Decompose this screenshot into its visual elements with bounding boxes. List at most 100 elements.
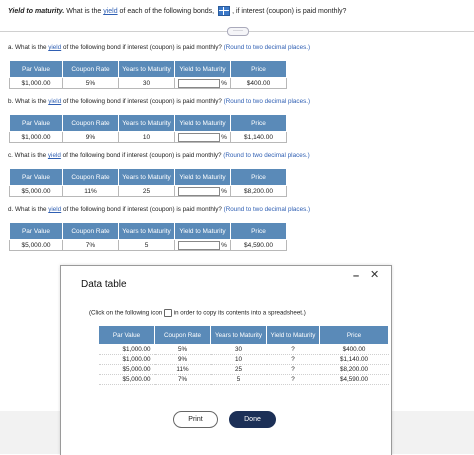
data-table-dialog: Data table (Click on the following icon … <box>60 265 392 455</box>
yield-cell: % <box>174 77 231 89</box>
rounding-hint: (Round to two decimal places.) <box>223 206 311 213</box>
price: $8,200.00 <box>230 185 287 197</box>
col-header: Yield to Maturity <box>174 60 231 78</box>
col-header: Years to Maturity <box>118 114 175 132</box>
price: $400.00 <box>230 77 287 89</box>
copy-hint: (Click on the following icon in order to… <box>89 309 306 317</box>
question-header: Yield to maturity. What is the yield of … <box>8 6 347 16</box>
col-header: Price <box>230 60 287 78</box>
price: $4,590.00 <box>230 239 287 251</box>
bond-table: Par Value Coupon Rate Years to Maturity Yie… <box>9 114 287 143</box>
col-header: Price <box>319 325 389 345</box>
question-text: b. What is the yield of the following bo… <box>8 98 311 105</box>
par-value: $1,000.00 <box>9 131 63 143</box>
years-to-maturity: 10 <box>118 131 175 143</box>
coupon-rate: 5% <box>62 77 119 89</box>
par-value: $1,000.00 <box>9 77 63 89</box>
yield-link[interactable]: yield <box>103 8 117 15</box>
minimize-button[interactable]: – <box>353 270 359 282</box>
par-value: $5,000.00 <box>98 364 155 375</box>
percent-sign: % <box>221 133 227 141</box>
col-header: Years to Maturity <box>210 325 267 345</box>
price: $8,200.00 <box>319 364 389 375</box>
rounding-hint: (Round to two decimal places.) <box>223 44 311 51</box>
question-text: c. What is the yield of the following bo… <box>8 152 310 159</box>
price: $1,140.00 <box>319 354 389 365</box>
yield-answer-input[interactable] <box>178 132 221 142</box>
yield-link[interactable]: yield <box>48 98 61 105</box>
years-to-maturity: 5 <box>118 239 175 251</box>
table-row: $5,000.00 7% 5? $4,590.00 <box>98 374 389 385</box>
col-header: Price <box>230 168 287 186</box>
data-table: Par Value Coupon Rate Years to Maturity … <box>98 325 389 385</box>
coupon-rate: 7% <box>62 239 119 251</box>
years-to-maturity: 30 <box>210 344 267 355</box>
years-to-maturity: 10 <box>210 354 267 365</box>
col-header: Par Value <box>98 325 155 345</box>
print-button[interactable]: Print <box>173 411 218 428</box>
col-header: Yield to Maturity <box>174 114 231 132</box>
col-header: Par Value <box>9 60 63 78</box>
rounding-hint: (Round to two decimal places.) <box>223 152 310 159</box>
yield-answer-input[interactable] <box>178 78 221 88</box>
coupon-rate: 11% <box>62 185 119 197</box>
price: $1,140.00 <box>230 131 287 143</box>
col-header: Yield to Maturity <box>266 325 320 345</box>
yield-link[interactable]: yield <box>48 206 61 213</box>
coupon-rate: 11% <box>154 364 211 375</box>
percent-sign: % <box>221 79 227 87</box>
yield-link[interactable]: yield <box>48 44 61 51</box>
percent-sign: % <box>221 187 227 195</box>
coupon-rate: 9% <box>154 354 211 365</box>
par-value: $5,000.00 <box>9 185 63 197</box>
par-value: $1,000.00 <box>98 344 155 355</box>
col-header: Par Value <box>9 114 63 132</box>
col-header: Coupon Rate <box>62 114 119 132</box>
col-header: Years to Maturity <box>118 60 175 78</box>
par-value: $1,000.00 <box>98 354 155 365</box>
coupon-rate: 9% <box>62 131 119 143</box>
question-text: a. What is the yield of the following bo… <box>8 44 311 51</box>
years-to-maturity: 5 <box>210 374 267 385</box>
bond-table: Par Value Coupon Rate Years to Maturity Yie… <box>9 60 287 89</box>
price: $400.00 <box>319 344 389 355</box>
col-header: Years to Maturity <box>118 222 175 240</box>
table-row: $1,000.00 5% 30? $400.00 <box>98 344 389 355</box>
col-header: Yield to Maturity <box>174 168 231 186</box>
done-button[interactable]: Done <box>229 411 276 428</box>
col-header: Price <box>230 222 287 240</box>
rounding-hint: (Round to two decimal places.) <box>223 98 311 105</box>
col-header: Coupon Rate <box>62 168 119 186</box>
coupon-rate: 7% <box>154 374 211 385</box>
coupon-rate: 5% <box>154 344 211 355</box>
more-button[interactable]: ····· <box>227 27 249 36</box>
col-header: Coupon Rate <box>62 222 119 240</box>
years-to-maturity: 30 <box>118 77 175 89</box>
col-header: Years to Maturity <box>118 168 175 186</box>
yield-answer-input[interactable] <box>178 186 221 196</box>
question-title: Yield to maturity. <box>8 7 65 15</box>
col-header: Yield to Maturity <box>174 222 231 240</box>
dialog-title: Data table <box>81 279 127 290</box>
yield-to-maturity: ? <box>266 364 320 375</box>
par-value: $5,000.00 <box>9 239 63 251</box>
copy-icon[interactable] <box>163 309 172 317</box>
yield-to-maturity: ? <box>266 344 320 355</box>
par-value: $5,000.00 <box>98 374 155 385</box>
yield-link[interactable]: yield <box>48 152 61 159</box>
years-to-maturity: 25 <box>118 185 175 197</box>
question-text: d. What is the yield of the following bo… <box>8 206 311 213</box>
yield-to-maturity: ? <box>266 354 320 365</box>
close-button[interactable]: ✕ <box>370 268 379 281</box>
table-row: $5,000.00 11% 25? $8,200.00 <box>98 364 389 375</box>
col-header: Coupon Rate <box>62 60 119 78</box>
col-header: Coupon Rate <box>154 325 211 345</box>
yield-cell: % <box>174 131 231 143</box>
col-header: Par Value <box>9 222 63 240</box>
yield-to-maturity: ? <box>266 374 320 385</box>
yield-cell: % <box>174 185 231 197</box>
col-header: Price <box>230 114 287 132</box>
data-table-icon[interactable] <box>218 6 231 16</box>
yield-answer-input[interactable] <box>178 240 221 250</box>
yield-cell: % <box>174 239 231 251</box>
